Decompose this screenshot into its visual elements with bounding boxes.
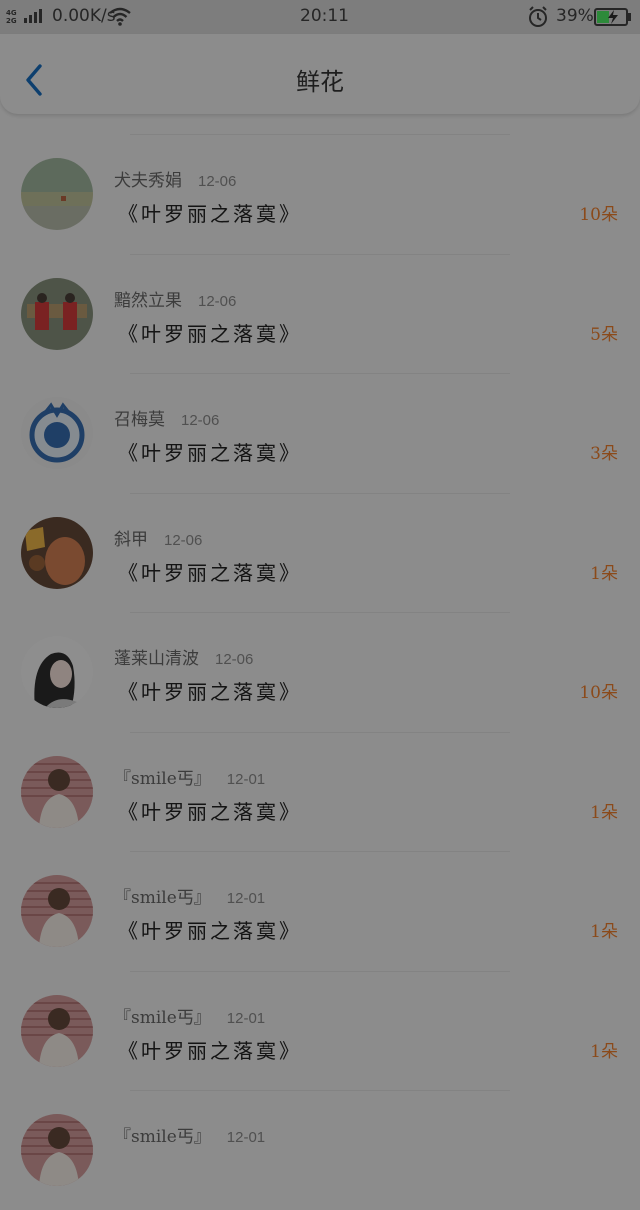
date: 12-06 [164,531,203,549]
list-item[interactable]: 犬夫秀娟 12-06 《叶罗丽之落寞》 10朵 [0,134,640,254]
list-item[interactable]: 『smile丐』 12-01 《叶罗丽之落寞》 1朵 [0,851,640,971]
user-name: 『smile丐』 12-01 [114,888,266,908]
user-name: 蓬莱山清波 12-06 [114,649,254,669]
book-title: 《叶罗丽之落寞》 [118,680,302,704]
signal-icon [24,9,42,23]
user-name: 『smile丐』 12-01 [114,1007,266,1028]
book-title: 《叶罗丽之落寞》 [118,321,302,346]
avatar[interactable] [21,516,93,589]
list-item[interactable]: 『smile丐』 12-01 《叶罗丽之落寞》 1朵 [0,970,640,1091]
user-name: 『smile丐』 12-01 [114,768,266,789]
network-type: 4G 2G [6,9,17,25]
date: 12-06 [198,173,237,190]
avatar[interactable] [21,875,93,947]
user-name: 黯然立果 12-06 [114,290,237,311]
user-name: 『smile丐』 12-01 [114,1127,266,1147]
user-name: 召梅莫 12-06 [114,410,220,430]
book-title: 《叶罗丽之落寞》 [118,560,302,585]
book-title: 《叶罗丽之落寞》 [118,202,302,226]
book-title: 《叶罗丽之落寞》 [118,919,302,943]
date: 12-06 [181,412,220,429]
avatar[interactable] [21,755,93,828]
header: 鲜花 [0,34,640,114]
avatar[interactable] [21,158,93,230]
wifi-icon [109,7,131,26]
user-name: 斜甲 12-06 [114,529,203,550]
flower-count: 10朵 [579,683,618,703]
flower-count: 10朵 [579,205,618,225]
user-name: 犬夫秀娟 12-06 [114,171,237,191]
avatar[interactable] [21,636,93,708]
list-item[interactable]: 『smile丐』 12-01 [0,1090,640,1210]
avatar[interactable] [21,1114,93,1186]
avatar[interactable] [21,277,93,350]
status-bar: 4G 2G 0.00K/s 20:11 39% [0,0,640,34]
book-title: 《叶罗丽之落寞》 [118,1038,302,1063]
flower-count: 1朵 [590,802,618,823]
flower-count: 1朵 [590,563,618,584]
date: 12-01 [226,1009,266,1027]
book-title: 《叶罗丽之落寞》 [118,441,302,465]
clock: 20:11 [300,6,349,26]
date: 12-01 [226,890,266,907]
date: 12-01 [226,770,266,788]
flower-record-list: 犬夫秀娟 12-06 《叶罗丽之落寞》 10朵 黯然立果 12-06 《叶罗丽之落寞… [0,134,640,1210]
list-item[interactable]: 召梅莫 12-06 《叶罗丽之落寞》 3朵 [0,373,640,493]
date: 12-06 [198,292,237,310]
flower-count: 3朵 [590,444,618,464]
list-item[interactable]: 蓬莱山清波 12-06 《叶罗丽之落寞》 10朵 [0,612,640,732]
flower-count: 1朵 [590,1041,618,1062]
flower-count: 5朵 [590,324,618,345]
battery-percent: 39% [556,6,594,26]
list-item[interactable]: 黯然立果 12-06 《叶罗丽之落寞》 5朵 [0,253,640,374]
avatar[interactable] [21,994,93,1067]
avatar[interactable] [21,397,93,469]
flower-count: 1朵 [590,922,618,942]
date: 12-06 [215,651,254,668]
alarm-icon [529,6,547,27]
book-title: 《叶罗丽之落寞》 [118,799,302,824]
list-item[interactable]: 斜甲 12-06 《叶罗丽之落寞》 1朵 [0,492,640,613]
list-item[interactable]: 『smile丐』 12-01 《叶罗丽之落寞》 1朵 [0,731,640,852]
battery-charging-icon [594,8,631,26]
network-speed: 0.00K/s [52,6,116,26]
page-title: 鲜花 [296,68,344,96]
